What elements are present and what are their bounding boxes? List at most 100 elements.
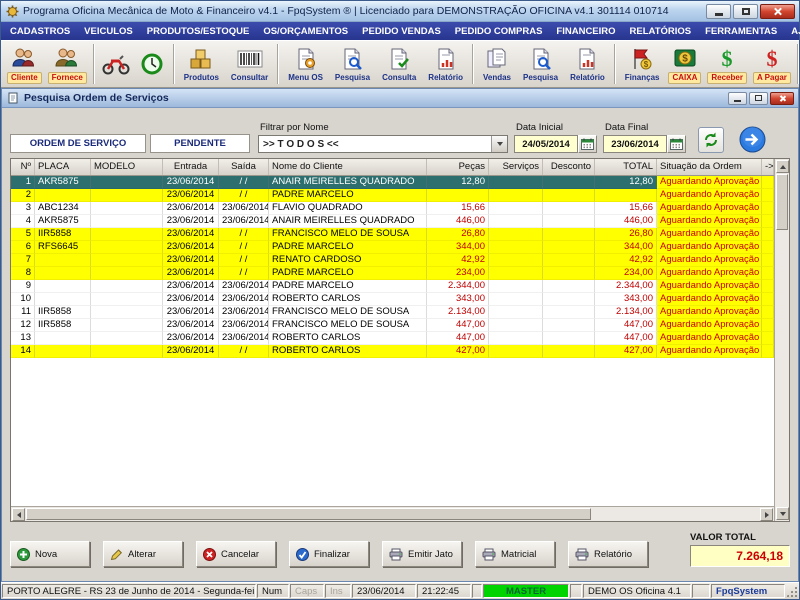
column-header-next[interactable]: -> [762,159,774,175]
finalizar-button[interactable]: Finalizar [289,541,369,567]
toolbar-pesquisa-button[interactable]: Pesquisa [330,42,375,87]
toolbar-receber-button[interactable]: $Receber [705,42,749,87]
toolbar-consulta-button[interactable]: Consulta [377,42,421,87]
column-header-desconto[interactable]: Desconto [543,159,595,175]
menu-item-os-or-amentos[interactable]: OS/ORÇAMENTOS [256,22,355,40]
table-row[interactable]: 223/06/2014/ /PADRE MARCELOAguardando Ap… [11,189,774,202]
scroll-up-button[interactable] [776,160,789,173]
close-button[interactable] [760,4,795,19]
table-row[interactable]: 1423/06/2014/ /ROBERTO CARLOS427,00427,0… [11,345,774,358]
table-row[interactable]: 3ABC123423/06/201423/06/2014FLAVIO QUADR… [11,202,774,215]
toolbar-menu-os-button[interactable]: Menu OS [283,42,328,87]
toolbar-clock-button[interactable] [135,42,169,87]
refresh-button[interactable] [698,127,724,153]
toolbar-finan-as-button[interactable]: $Finanças [620,42,665,87]
column-header-num[interactable]: Nº [11,159,35,175]
scroll-left-button[interactable] [12,508,25,521]
matricial-button[interactable]: Matricial [475,541,555,567]
app-icon [5,4,19,18]
toolbar-consultar-button[interactable]: Consultar [226,42,273,87]
child-restore-button[interactable] [749,92,768,105]
toolbar-pesquisa-button[interactable]: Pesquisa [518,42,563,87]
cell-placa [35,280,91,293]
horizontal-scrollbar[interactable] [11,506,774,521]
date-end-input[interactable]: 23/06/2014 [603,135,667,153]
toolbar-separator [797,44,799,84]
cancelar-button[interactable]: Cancelar [196,541,276,567]
table-row[interactable]: 723/06/2014/ /RENATO CARDOSO42,9242,92Ag… [11,254,774,267]
cell-total: 15,66 [595,202,657,215]
cell-next [762,293,774,306]
cell-saida: 23/06/2014 [219,280,269,293]
child-minimize-button[interactable] [728,92,747,105]
menu-item-pedido-compras[interactable]: PEDIDO COMPRAS [448,22,550,40]
table-row[interactable]: 1023/06/201423/06/2014ROBERTO CARLOS343,… [11,293,774,306]
column-header-saida[interactable]: Saída [219,159,269,175]
cell-num: 5 [11,228,35,241]
nova-button[interactable]: Nova [10,541,90,567]
table-row[interactable]: 6RFS664523/06/2014/ /PADRE MARCELO344,00… [11,241,774,254]
date-end-calendar-button[interactable] [667,135,686,153]
date-start-input[interactable]: 24/05/2014 [514,135,578,153]
cell-saida: 23/06/2014 [219,306,269,319]
menu-item-ajuda[interactable]: AJUDA [784,22,800,40]
toolbar-produtos-button[interactable]: Produtos [179,42,224,87]
menu-item-pedido-vendas[interactable]: PEDIDO VENDAS [355,22,448,40]
toolbar-a-pagar-button[interactable]: $A Pagar [751,42,793,87]
column-header-modelo[interactable]: MODELO [91,159,163,175]
menu-item-financeiro[interactable]: FINANCEIRO [549,22,622,40]
column-header-nome[interactable]: Nome do Cliente [269,159,427,175]
toolbar-fornece-button[interactable]: Fornece [46,42,89,87]
table-row[interactable]: 923/06/201423/06/2014PADRE MARCELO2.344,… [11,280,774,293]
toolbar-motorcycle-button[interactable] [99,42,133,87]
cell-total: 26,80 [595,228,657,241]
toolbar-vendas-button[interactable]: Vendas [478,42,516,87]
menu-item-relat-rios[interactable]: RELATÓRIOS [623,22,699,40]
column-header-placa[interactable]: PLACA [35,159,91,175]
scroll-down-button[interactable] [776,507,789,520]
alterar-button[interactable]: Alterar [103,541,183,567]
minimize-button[interactable] [706,4,731,19]
child-window-title: Pesquisa Ordem de Serviços [24,92,724,104]
vertical-scrollbar[interactable] [774,159,789,521]
table-row[interactable]: 12IIR585823/06/201423/06/2014FRANCISCO M… [11,319,774,332]
table-row[interactable]: 4AKR587523/06/201423/06/2014ANAIR MEIREL… [11,215,774,228]
relat-rio-button[interactable]: Relatório [568,541,648,567]
cell-servicos [489,241,543,254]
table-row[interactable]: 1AKR587523/06/2014/ /ANAIR MEIRELLES QUA… [11,176,774,189]
toolbar-relat-rio-button[interactable]: Relatório [565,42,610,87]
horizontal-scroll-thumb[interactable] [26,508,591,520]
column-header-situacao[interactable]: Situação da Ordem [657,159,762,175]
emitir-jato-button[interactable]: Emitir Jato [382,541,462,567]
table-row[interactable]: 823/06/2014/ /PADRE MARCELO234,00234,00A… [11,267,774,280]
toolbar-caixa-button[interactable]: $CAIXA [666,42,703,87]
combo-dropdown-button[interactable] [491,136,507,152]
table-row[interactable]: 1323/06/201423/06/2014ROBERTO CARLOS447,… [11,332,774,345]
column-header-servicos[interactable]: Serviços [489,159,543,175]
button-label: Finalizar [314,549,350,560]
horizontal-scroll-track[interactable] [591,507,759,521]
column-header-pecas[interactable]: Peças [427,159,489,175]
name-filter-select[interactable]: >> T O D O S << [258,135,508,153]
date-start-calendar-button[interactable] [578,135,597,153]
go-button[interactable] [738,125,766,153]
maximize-button[interactable] [733,4,758,19]
cell-servicos [489,267,543,280]
table-row[interactable]: 11IIR585823/06/201423/06/2014FRANCISCO M… [11,306,774,319]
child-close-button[interactable] [770,92,794,105]
table-row[interactable]: 5IIR585823/06/2014/ /FRANCISCO MELO DE S… [11,228,774,241]
resize-grip[interactable] [785,584,798,598]
cell-num: 7 [11,254,35,267]
scroll-right-button[interactable] [760,508,773,521]
vertical-scroll-thumb[interactable] [776,174,788,230]
menu-item-produtos-estoque[interactable]: PRODUTOS/ESTOQUE [140,22,257,40]
menu-item-cadastros[interactable]: CADASTROS [3,22,77,40]
vertical-scroll-track[interactable] [775,230,789,506]
toolbar-cliente-button[interactable]: Cliente [5,42,44,87]
menu-item-veiculos[interactable]: VEICULOS [77,22,140,40]
toolbar-relat-rio-button[interactable]: Relatório [423,42,468,87]
column-header-total[interactable]: TOTAL [595,159,657,175]
cell-next [762,215,774,228]
menu-item-ferramentas[interactable]: FERRAMENTAS [698,22,784,40]
column-header-entrada[interactable]: Entrada [163,159,219,175]
